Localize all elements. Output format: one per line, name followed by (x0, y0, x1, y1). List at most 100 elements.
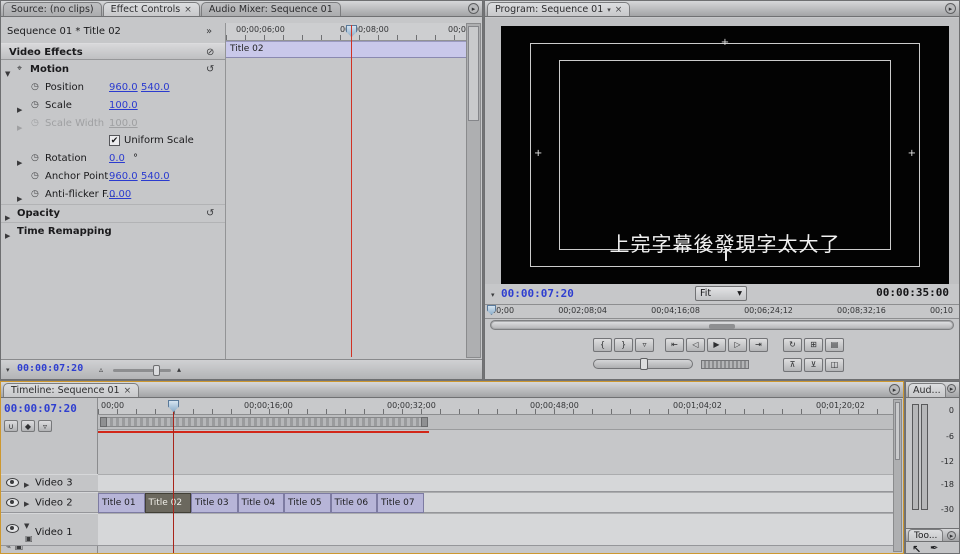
step-back-button[interactable]: ◁ (686, 338, 705, 352)
transform-handle-left[interactable]: + (534, 149, 542, 159)
timeline-clip[interactable]: Title 03 (191, 493, 238, 513)
tab-program[interactable]: Program: Sequence 01 ▾ × (487, 2, 630, 16)
toggle-track-output-icon[interactable] (6, 498, 19, 507)
panel-menu-icon[interactable]: ▸ (947, 531, 956, 540)
zoom-in-icon[interactable]: ▴ (177, 365, 181, 374)
panel-menu-icon[interactable]: ▸ (889, 384, 900, 395)
stopwatch-icon[interactable]: ◷ (31, 168, 39, 185)
stopwatch-icon[interactable]: ◷ (31, 150, 39, 167)
jog-disk[interactable] (701, 360, 749, 369)
param-value-x[interactable]: 960.0 (109, 168, 138, 185)
extract-button[interactable]: ⊻ (804, 358, 823, 372)
program-video[interactable]: + + + 上完字幕後發現字太大了 (501, 26, 949, 284)
zoom-slider[interactable] (113, 369, 171, 372)
work-area-end-handle[interactable] (421, 417, 428, 427)
param-value-x[interactable]: 960.0 (109, 79, 138, 96)
work-area-segment[interactable] (100, 417, 428, 427)
param-value[interactable]: 100.0 (109, 97, 138, 114)
stopwatch-icon[interactable]: ◷ (31, 79, 39, 96)
panel-menu-icon[interactable]: ▸ (947, 384, 956, 393)
param-value[interactable]: 0.00 (109, 186, 131, 203)
set-out-button[interactable]: } (614, 338, 633, 352)
vertical-scrollbar[interactable] (466, 23, 481, 358)
panel-menu-icon[interactable]: ▸ (468, 3, 479, 14)
go-to-in-button[interactable]: ⇤ (665, 338, 684, 352)
uniform-scale-checkbox[interactable]: ✔ (109, 135, 120, 146)
set-in-button[interactable]: { (593, 338, 612, 352)
export-frame-button[interactable]: ◫ (825, 358, 844, 372)
track-lane-video3[interactable] (98, 474, 893, 492)
set-encore-marker-button[interactable]: ◆ (21, 420, 35, 432)
snap-button[interactable]: ∪ (4, 420, 18, 432)
go-to-out-button[interactable]: ⇥ (749, 338, 768, 352)
tab-tools[interactable]: Too... (908, 529, 943, 541)
reset-icon[interactable]: ↺ (206, 61, 214, 78)
mini-timeline-clip[interactable]: Title 02 (226, 41, 466, 58)
zoom-level-select[interactable]: Fit ▾ (695, 286, 747, 301)
show-hide-timeline-icon[interactable]: » (206, 23, 212, 40)
timeline-clip[interactable]: Title 01 (98, 493, 145, 513)
current-timecode[interactable]: 00:00:07:20 (501, 287, 574, 300)
set-marker-button[interactable]: ▿ (38, 420, 52, 432)
selection-tool-button[interactable]: ↖ (912, 543, 921, 554)
timeline-timecode[interactable]: 00:00:07:20 (4, 402, 77, 415)
toggle-track-output-icon[interactable] (6, 478, 19, 487)
tab-audio-meters[interactable]: Aud... (908, 383, 946, 397)
effect-name[interactable]: Time Remapping (17, 223, 112, 240)
shuttle-slider[interactable] (593, 359, 693, 369)
transform-handle-top[interactable]: + (721, 38, 729, 48)
zoom-slider-thumb[interactable] (153, 365, 160, 376)
timeline-clip[interactable]: Title 05 (284, 493, 331, 513)
chevron-down-icon[interactable]: ▾ (6, 366, 10, 374)
program-ruler[interactable]: 00;00 00;02;08;04 00;04;16;08 00;06;24;1… (485, 304, 959, 319)
chevron-down-icon[interactable]: ▾ (607, 6, 611, 14)
output-button[interactable]: ▤ (825, 338, 844, 352)
timeline-clip[interactable]: Title 06 (331, 493, 378, 513)
viewing-area-grip[interactable] (709, 324, 735, 329)
twirl-open-icon[interactable]: ▼ (24, 522, 29, 530)
timeline-clip[interactable]: Title 07 (377, 493, 424, 513)
zoom-out-icon[interactable]: ▵ (99, 365, 103, 374)
stopwatch-icon[interactable]: ◷ (31, 97, 39, 114)
twirl-closed-icon[interactable]: ▶ (24, 500, 29, 508)
work-area-start-handle[interactable] (100, 417, 107, 427)
track-lane-video1[interactable] (98, 513, 893, 546)
viewing-area-thumb[interactable] (492, 322, 952, 328)
effect-name[interactable]: Opacity (17, 205, 60, 222)
close-icon[interactable]: × (184, 5, 192, 15)
scrollbar-thumb[interactable] (895, 402, 900, 460)
param-value-y[interactable]: 540.0 (141, 79, 170, 96)
param-value-y[interactable]: 540.0 (141, 168, 170, 185)
vertical-scrollbar[interactable] (893, 399, 902, 552)
stopwatch-icon[interactable]: ◷ (31, 186, 39, 203)
twirl-closed-icon[interactable]: ▶ (5, 228, 10, 245)
timecode-display[interactable]: 00:00:07:20 (17, 363, 83, 374)
effect-name[interactable]: Motion (30, 61, 69, 78)
chevron-down-icon[interactable]: ▾ (491, 291, 495, 299)
timeline-clip-selected[interactable]: Title 02 (145, 493, 192, 513)
scrollbar-thumb[interactable] (468, 26, 479, 121)
tab-source[interactable]: Source: (no clips) (3, 2, 102, 16)
effects-badge-icon[interactable]: ⊘ (206, 44, 214, 61)
loop-button[interactable]: ↻ (783, 338, 802, 352)
tab-effect-controls[interactable]: Effect Controls× (103, 2, 200, 16)
tab-timeline[interactable]: Timeline: Sequence 01 × (3, 383, 139, 397)
step-forward-button[interactable]: ▷ (728, 338, 747, 352)
close-icon[interactable]: × (615, 5, 623, 15)
play-button[interactable]: ▶ (707, 338, 726, 352)
lift-button[interactable]: ⊼ (783, 358, 802, 372)
tab-audio-mixer[interactable]: Audio Mixer: Sequence 01 (201, 2, 341, 16)
transform-handle-right[interactable]: + (908, 149, 916, 159)
panel-menu-icon[interactable]: ▸ (945, 3, 956, 14)
safe-margins-button[interactable]: ⊞ (804, 338, 823, 352)
viewing-area-bar[interactable] (490, 320, 954, 330)
set-marker-button[interactable]: ▿ (635, 338, 654, 352)
shuttle-thumb[interactable] (640, 358, 648, 370)
param-value[interactable]: 0.0 (109, 150, 125, 167)
close-icon[interactable]: × (124, 386, 132, 396)
timeline-ruler[interactable]: 00;00 00;00;16;00 00;00;32;00 00;00;48;0… (98, 399, 893, 415)
pen-tool-button[interactable]: ✒ (930, 543, 938, 554)
track-lane-video2[interactable]: Title 01 Title 02 Title 03 Title 04 Titl… (98, 492, 893, 513)
work-area-bar[interactable] (98, 415, 893, 430)
set-display-style-icon[interactable]: ▣ (25, 534, 33, 543)
